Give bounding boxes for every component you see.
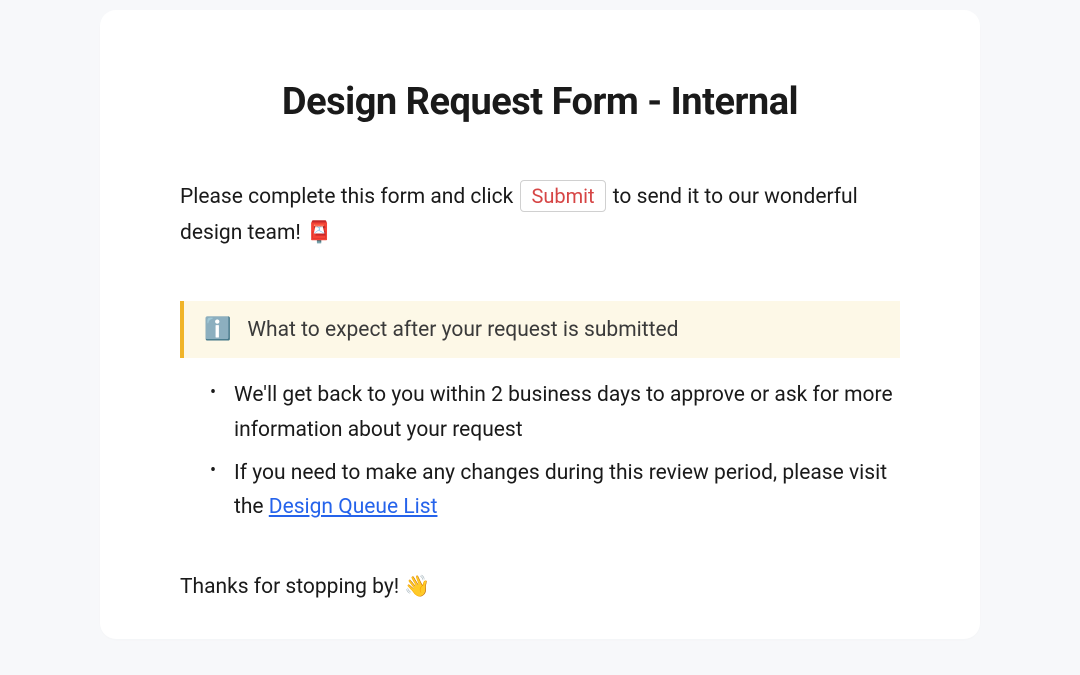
design-queue-link[interactable]: Design Queue List [269,495,438,519]
form-card: Design Request Form - Internal Please co… [100,10,980,639]
callout-text: What to expect after your request is sub… [247,318,678,342]
intro-paragraph: Please complete this form and click Subm… [180,180,900,251]
page-title: Design Request Form - Internal [180,80,900,124]
list-item: If you need to make any changes during t… [210,456,900,525]
closing-text: Thanks for stopping by! 👋 [180,575,900,599]
info-icon: ℹ️ [204,317,231,342]
intro-text-before: Please complete this form and click [180,185,518,209]
info-callout: ℹ️ What to expect after your request is … [180,301,900,358]
list-item-text: We'll get back to you within 2 business … [234,383,893,442]
submit-chip: Submit [520,180,605,212]
list-item: We'll get back to you within 2 business … [210,378,900,447]
expectation-list: We'll get back to you within 2 business … [180,378,900,525]
